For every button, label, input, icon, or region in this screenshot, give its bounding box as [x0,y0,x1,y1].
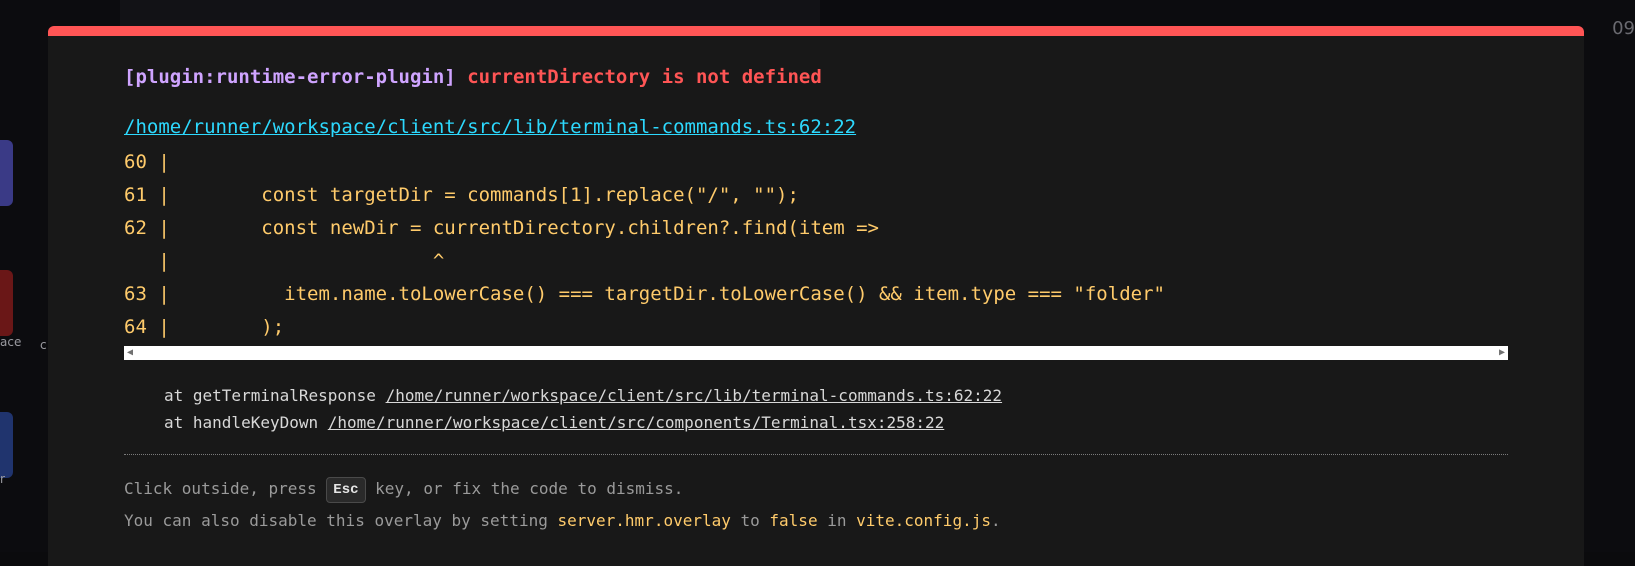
stack-frame-location[interactable]: /home/runner/workspace/client/src/compon… [328,413,945,432]
config-file: vite.config.js [856,511,991,530]
backdrop-side-label: c [40,338,47,352]
plugin-tag: [plugin:runtime-error-plugin] [124,66,456,88]
stack-frame: at handleKeyDown /home/runner/workspace/… [164,409,1508,436]
divider [124,454,1508,455]
stack-frame-location[interactable]: /home/runner/workspace/client/src/lib/te… [386,386,1003,405]
tip-text: in [817,511,857,530]
config-value: false [769,511,818,530]
tip-text: Click outside, press [124,479,327,498]
scroll-left-icon[interactable]: ◀ [127,346,133,360]
backdrop-side-label: r [0,472,5,486]
stack-frame-function: at getTerminalResponse [164,386,386,405]
stack-frame-function: at handleKeyDown [164,413,328,432]
scroll-right-icon[interactable]: ▶ [1499,346,1505,360]
error-file-link[interactable]: /home/runner/workspace/client/src/lib/te… [124,114,856,140]
code-frame: 60 | 61 | const targetDir = commands[1].… [124,146,1508,344]
code-frame-line: 60 | [124,151,170,173]
config-key: server.hmr.overlay [557,511,731,530]
code-frame-scrollbar[interactable]: ◀ ▶ [124,346,1508,360]
tip-text: . [990,511,1001,530]
disable-overlay-tip-line: You can also disable this overlay by set… [124,505,1508,537]
tip-text: You can also disable this overlay by set… [124,511,558,530]
error-message: [plugin:runtime-error-plugin] currentDir… [124,64,1508,90]
error-text: currentDirectory is not defined [467,66,822,88]
backdrop-side-label: ace [0,335,22,349]
backdrop-tile-blue [0,412,13,478]
error-overlay-content: [plugin:runtime-error-plugin] currentDir… [124,64,1508,537]
tip-text: key, or fix the code to dismiss. [365,479,684,498]
code-frame-line: 62 | const newDir = currentDirectory.chi… [124,217,879,239]
stack-trace: at getTerminalResponse /home/runner/work… [124,382,1508,436]
error-overlay[interactable]: [plugin:runtime-error-plugin] currentDir… [48,26,1584,566]
dismiss-tip: Click outside, press Esc key, or fix the… [124,473,1508,537]
esc-key-badge: Esc [326,476,366,503]
code-frame-line: 64 | ); [124,316,285,338]
tip-text: to [730,511,770,530]
backdrop-tile-purple [0,140,13,206]
code-frame-line: 63 | item.name.toLowerCase() === targetD… [124,283,1165,305]
code-frame-pointer-line: | ^ [124,250,445,272]
backdrop-editor-tabs [120,0,820,26]
stack-frame: at getTerminalResponse /home/runner/work… [164,382,1508,409]
code-frame-line: 61 | const targetDir = commands[1].repla… [124,184,799,206]
backdrop-clock: 09 [1612,18,1635,39]
dismiss-tip-line: Click outside, press Esc key, or fix the… [124,473,1508,505]
backdrop-tile-red [0,270,13,336]
